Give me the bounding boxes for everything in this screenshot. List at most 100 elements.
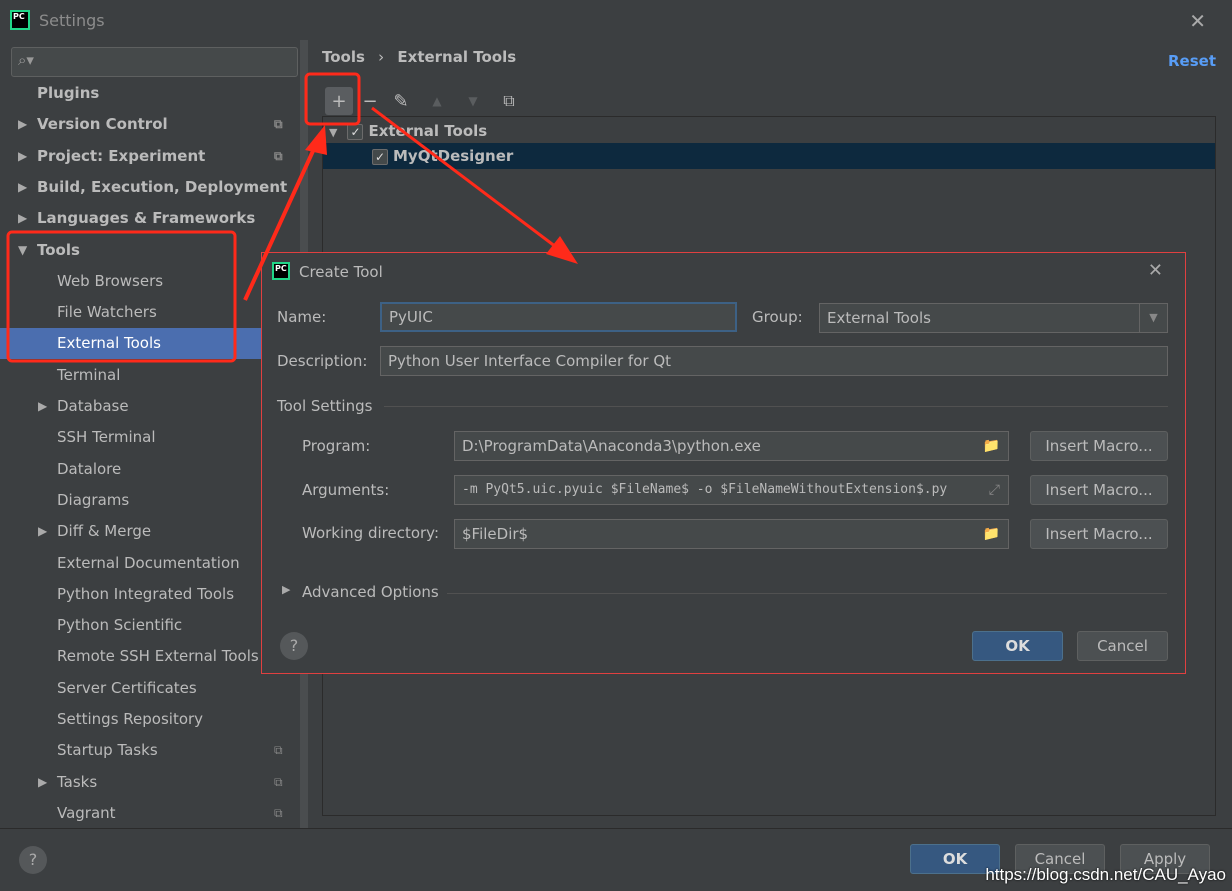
chevron-right-icon[interactable]: ▶ [38,391,47,422]
tool-settings-heading: Tool Settings [277,397,373,415]
chevron-right-icon[interactable]: ▶ [18,203,27,234]
ok-button[interactable]: OK [972,631,1063,661]
sidebar-item[interactable]: Datalore [0,454,300,485]
chevron-right-icon[interactable]: ▶ [18,109,27,140]
sidebar-item-label: File Watchers [57,303,157,322]
chevron-down-icon[interactable]: ▼ [1139,304,1167,332]
sidebar-item[interactable]: ▶ Build, Execution, Deployment [0,172,300,203]
sidebar-item-label: Project: Experiment [37,146,206,165]
arguments-input[interactable]: -m PyQt5.uic.pyuic $FileName$ -o $FileNa… [454,475,1009,505]
pycharm-logo-icon: PC [10,10,30,30]
sidebar-item-label: Plugins [37,84,100,102]
cancel-button[interactable]: Cancel [1077,631,1168,661]
chevron-down-icon[interactable]: ▼ [329,126,337,139]
sidebar-item[interactable]: Server Certificates [0,673,300,704]
chevron-right-icon[interactable]: ▶ [38,767,47,798]
sidebar-item[interactable]: Remote SSH External Tools [0,641,300,672]
sidebar-item-label: SSH Terminal [57,428,156,447]
arguments-value: -m PyQt5.uic.pyuic $FileName$ -o $FileNa… [462,482,948,497]
sidebar-item-label: External Tools [57,334,161,353]
search-input[interactable]: ⌕▾ [11,47,298,77]
close-icon[interactable]: ✕ [1189,9,1206,33]
sidebar-item[interactable]: Settings Repository [0,704,300,735]
sidebar-item[interactable]: Startup Tasks ⧉ [0,735,300,766]
working-directory-value: $FileDir$ [462,525,529,543]
project-level-icon: ⧉ [274,805,283,820]
chevron-right-icon[interactable]: ▶ [38,516,47,547]
sidebar-item[interactable]: Terminal [0,360,300,391]
sidebar-item[interactable]: ▼ Tools [0,235,300,266]
sidebar-item[interactable]: ▶ Version Control ⧉ [0,109,300,140]
description-input[interactable]: Python User Interface Compiler for Qt [380,346,1168,376]
sidebar-item[interactable]: Python Integrated Tools [0,579,300,610]
move-up-icon[interactable]: ▲ [423,87,451,115]
help-button[interactable]: ? [19,846,47,874]
sidebar-item[interactable]: Vagrant ⧉ [0,798,300,829]
pycharm-logo-icon: PC [272,262,290,280]
sidebar-item[interactable]: File Watchers [0,297,300,328]
group-select[interactable]: External Tools ▼ [819,303,1168,333]
create-tool-dialog: PC Create Tool ✕ Name: PyUIC Group: Exte… [261,252,1186,674]
folder-icon[interactable]: 📁 [983,520,1000,548]
working-directory-label: Working directory: [302,524,440,542]
sidebar-item-label: Build, Execution, Deployment [37,177,288,196]
sidebar-item[interactable]: Web Browsers [0,266,300,297]
checkbox[interactable]: ✓ [347,123,364,140]
sidebar-item[interactable]: ▶ Tasks ⧉ [0,767,300,798]
sidebar-item-label: Web Browsers [57,271,164,290]
sidebar-item-label: Remote SSH External Tools [57,647,259,666]
window-title: Settings [39,10,105,30]
copy-icon[interactable]: ⧉ [495,87,523,115]
working-directory-input[interactable]: $FileDir$ 📁 [454,519,1009,549]
insert-macro-button[interactable]: Insert Macro... [1030,431,1168,461]
sidebar-item[interactable]: ▶ Diff & Merge [0,516,300,547]
sidebar-item[interactable]: ▶ Languages & Frameworks [0,203,300,234]
close-icon[interactable]: ✕ [1148,260,1163,281]
move-down-icon[interactable]: ▼ [459,87,487,115]
name-input[interactable]: PyUIC [380,302,737,332]
edit-icon[interactable]: ✎ [387,87,415,115]
sidebar-item-label: Server Certificates [57,678,197,697]
chevron-right-icon[interactable]: ▶ [18,141,27,172]
breadcrumb-separator: › [378,48,385,66]
divider [447,593,1167,594]
folder-icon[interactable]: 📁 [983,432,1000,460]
tree-group-row[interactable]: ▼ ✓ External Tools [323,118,1215,144]
sidebar-item[interactable]: ▶ Project: Experiment ⧉ [0,141,300,172]
sidebar-item[interactable]: External Tools [0,328,300,360]
checkbox[interactable]: ✓ [372,148,388,165]
program-value: D:\ProgramData\Anaconda3\python.exe [462,437,761,455]
remove-icon[interactable]: − [361,87,379,115]
sidebar-item-label: External Documentation [57,553,240,572]
reset-link[interactable]: Reset [1168,52,1216,70]
sidebar-item[interactable]: SSH Terminal [0,422,300,453]
sidebar-item-label: Datalore [57,459,122,478]
help-button[interactable]: ? [280,632,308,660]
breadcrumb-parent[interactable]: Tools [322,48,365,66]
expand-icon[interactable]: ⤢ [988,476,1000,504]
chevron-right-icon[interactable]: ▶ [18,172,27,203]
sidebar-item[interactable]: ▶ Database [0,391,300,422]
sidebar-item[interactable]: External Documentation [0,548,300,579]
sidebar-item-label: Vagrant [57,803,116,822]
add-icon[interactable]: + [325,87,353,115]
advanced-options-toggle[interactable]: Advanced Options [302,583,439,601]
program-input[interactable]: D:\ProgramData\Anaconda3\python.exe 📁 [454,431,1009,461]
sidebar-item[interactable]: Diagrams [0,485,300,516]
search-icon: ⌕▾ [18,51,34,69]
sidebar-item-label: Database [57,397,129,415]
arguments-label: Arguments: [302,481,390,499]
divider [384,406,1168,407]
toolbar: + − ✎ ▲ ▼ ⧉ [325,86,523,116]
project-level-icon: ⧉ [274,148,283,163]
sidebar-item[interactable]: Python Scientific [0,610,300,641]
sidebar-item[interactable]: Plugins [0,78,300,109]
tree-item-row[interactable]: ✓ MyQtDesigner [323,143,1215,169]
sidebar-item-label: Terminal [57,365,121,384]
insert-macro-button[interactable]: Insert Macro... [1030,475,1168,505]
sidebar-item-label: Startup Tasks [57,741,158,760]
chevron-down-icon[interactable]: ▼ [18,235,27,266]
chevron-right-icon[interactable]: ▶ [282,583,290,596]
program-label: Program: [302,437,371,455]
insert-macro-button[interactable]: Insert Macro... [1030,519,1168,549]
